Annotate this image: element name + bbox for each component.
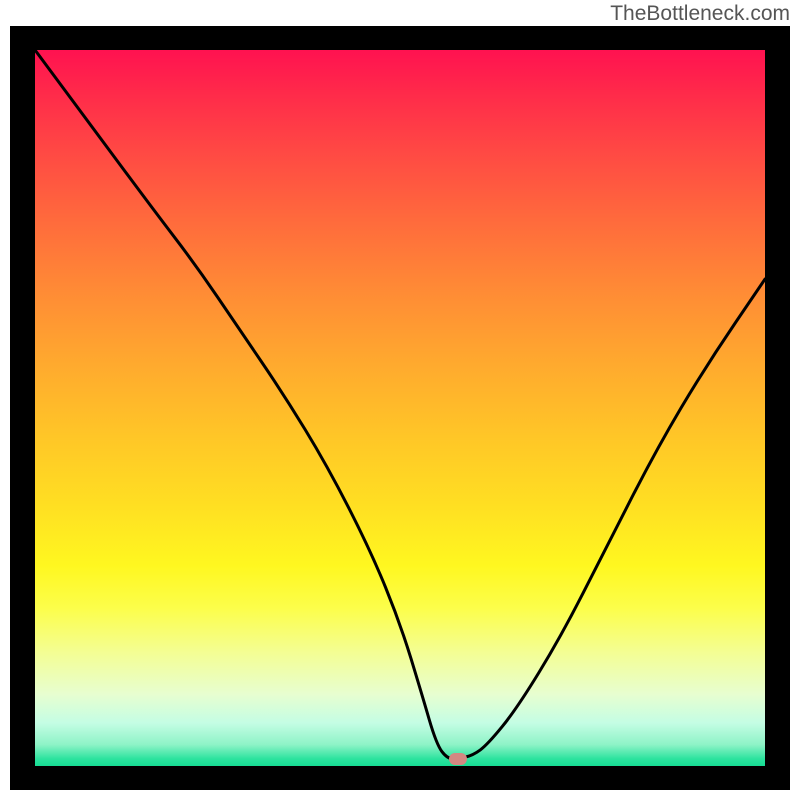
bottleneck-curve (35, 50, 765, 759)
watermark-text: TheBottleneck.com (610, 2, 790, 26)
chart-container: TheBottleneck.com (0, 0, 800, 800)
curve-svg (35, 50, 765, 766)
plot-area (35, 50, 765, 766)
optimal-point-marker (449, 753, 467, 765)
chart-frame (10, 26, 790, 790)
